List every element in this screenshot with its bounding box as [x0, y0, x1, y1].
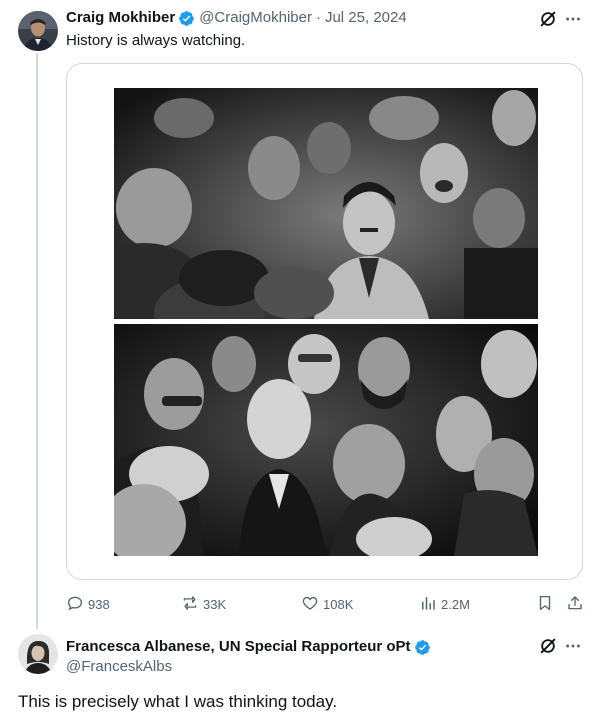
- reply-icon: [66, 594, 88, 615]
- author-handle[interactable]: @CraigMokhiber: [199, 8, 312, 28]
- like-icon: [301, 594, 323, 615]
- grok-icon[interactable]: [538, 9, 558, 29]
- more-icon[interactable]: [563, 9, 583, 29]
- thread-connector-line: [36, 53, 38, 629]
- reply-author-name[interactable]: Francesca Albanese, UN Special Rapporteu…: [66, 637, 411, 657]
- reply-author-handle[interactable]: @FranceskAlbs: [66, 657, 172, 677]
- header-separator: ·: [315, 9, 321, 26]
- reply-button[interactable]: 938: [66, 594, 110, 615]
- like-count: 108K: [323, 597, 354, 612]
- tweet-date[interactable]: Jul 25, 2024: [325, 8, 407, 28]
- reply-author-avatar[interactable]: [18, 634, 58, 674]
- media-card[interactable]: [66, 63, 583, 580]
- more-icon[interactable]: [563, 636, 583, 656]
- author-name[interactable]: Craig Mokhiber: [66, 8, 175, 28]
- tweet-actions: 938 33K 108K 2.2M: [66, 592, 586, 616]
- reply-header: Francesca Albanese, UN Special Rapporteu…: [66, 637, 435, 657]
- tweet-text: History is always watching.: [66, 32, 246, 49]
- repost-button[interactable]: 33K: [181, 594, 226, 615]
- views-icon: [419, 594, 441, 615]
- tweet-header: Craig Mokhiber @CraigMokhiber · Jul 25, …: [66, 8, 407, 28]
- modern-photo-image[interactable]: [114, 324, 538, 556]
- author-avatar[interactable]: [18, 11, 58, 51]
- verified-badge-icon: [178, 10, 195, 27]
- reply-count: 938: [88, 597, 110, 612]
- share-icon: [566, 594, 588, 615]
- repost-count: 33K: [203, 597, 227, 612]
- share-button[interactable]: [566, 594, 588, 615]
- reply-text: This is precisely what I was thinking to…: [18, 692, 338, 711]
- views-count: 2.2M: [441, 597, 470, 612]
- archival-photo-image[interactable]: [114, 88, 538, 319]
- bookmark-button[interactable]: [536, 594, 558, 615]
- verified-badge-icon: [414, 639, 431, 656]
- repost-icon: [181, 594, 203, 615]
- grok-icon[interactable]: [538, 636, 558, 656]
- like-button[interactable]: 108K: [301, 594, 353, 615]
- views-button[interactable]: 2.2M: [419, 594, 470, 615]
- bookmark-icon: [536, 594, 558, 615]
